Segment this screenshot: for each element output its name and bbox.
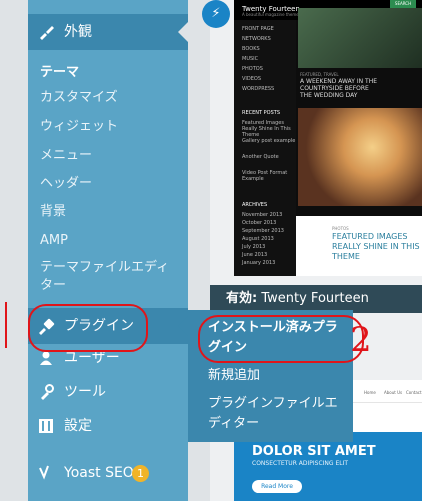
lightning-icon[interactable]: ⚡ [202, 0, 230, 28]
preview-recent-post: Another Quote [242, 154, 279, 160]
preview2-read-more: Read More [252, 480, 302, 493]
preview-archive: September 2013 [242, 228, 284, 234]
preview-recent-heading: RECENT POSTS [242, 110, 281, 116]
submenu-customize[interactable]: カスタマイズ [40, 89, 118, 107]
annotation-circle-plugins [28, 304, 148, 352]
yoast-icon [36, 463, 56, 483]
preview-archive: November 2013 [242, 212, 283, 218]
menu-tools-label: ツール [64, 384, 106, 400]
preview-archive: July 2013 [242, 244, 266, 250]
menu-settings[interactable]: 設定 [28, 408, 188, 444]
preview2-nav-item: Contact [406, 390, 422, 395]
preview-nav-item: WORDPRESS [242, 86, 275, 92]
preview-recent-post: Video Post Format Example [242, 170, 288, 182]
submenu-amp[interactable]: AMP [40, 232, 68, 250]
preview-nav-item: BOOKS [242, 46, 260, 52]
preview2-nav-item: Home [364, 390, 376, 395]
preview-feature1-title: A WEEKEND AWAY IN THE COUNTRYSIDE BEFORE… [300, 78, 377, 99]
preview-feature2-label: PHOTOS [332, 226, 349, 231]
menu-yoast[interactable]: Yoast SEO [28, 455, 188, 491]
active-theme-bar[interactable]: 有効: Twenty Fourteen [210, 285, 422, 313]
submenu-header[interactable]: ヘッダー [40, 175, 92, 193]
theme-screenshot-twenty-fourteen[interactable]: Twenty Fourteen A beautiful magazine the… [234, 0, 422, 276]
submenu-themes[interactable]: テーマ [40, 64, 79, 82]
preview-nav-item: PHOTOS [242, 66, 263, 72]
preview-post-card: PHOTOS FEATURED IMAGES REALLY SHINE IN T… [296, 216, 422, 276]
menu-tools[interactable]: ツール [28, 374, 188, 410]
preview-nav-item: NETWORKS [242, 36, 271, 42]
flyout-add-new[interactable]: 新規追加 [208, 366, 260, 386]
active-prefix: 有効: [226, 291, 258, 306]
paintbrush-icon [36, 22, 56, 42]
preview-nav-item: MUSIC [242, 56, 259, 62]
preview-search: SEARCH [390, 0, 416, 8]
admin-sidebar: 外観 テーマ カスタマイズ ウィジェット メニュー ヘッダー 背景 AMP テー… [28, 0, 188, 501]
current-arrow [178, 22, 188, 42]
menu-settings-label: 設定 [64, 418, 92, 434]
preview-archive: August 2013 [242, 236, 274, 242]
preview2-headline: DOLOR SIT AMET [252, 444, 376, 459]
submenu-theme-editor[interactable]: テーマファイルエディター [40, 259, 180, 295]
preview-tagline: A beautiful magazine theme [242, 12, 299, 17]
preview2-sub: CONSECTETUR ADIPISCING ELIT [252, 460, 349, 467]
submenu-background[interactable]: 背景 [40, 203, 66, 221]
preview-photo-sunset [298, 108, 422, 206]
wrench-icon [36, 382, 56, 402]
active-theme-name: Twenty Fourteen [261, 291, 369, 306]
settings-sliders-icon [36, 416, 56, 436]
preview-feature2-title: FEATURED IMAGES REALLY SHINE IN THIS THE… [332, 232, 420, 261]
menu-appearance[interactable]: 外観 [28, 14, 188, 50]
submenu-widgets[interactable]: ウィジェット [40, 118, 118, 136]
flyout-plugin-editor[interactable]: プラグインファイルエディター [208, 394, 348, 434]
preview-nav: FRONT PAGE NETWORKS BOOKS MUSIC PHOTOS V… [234, 20, 296, 276]
annotation-number-2: 2 [350, 320, 372, 360]
preview-archive: June 2013 [242, 252, 268, 258]
preview-nav-item: VIDEOS [242, 76, 262, 82]
annotation-circle-installed [198, 315, 364, 363]
preview-feature1-label: FEATURED, TRAVEL [300, 72, 339, 77]
submenu-menus[interactable]: メニュー [40, 147, 92, 165]
preview-recent-post: Gallery post example [242, 138, 296, 144]
preview-archive: October 2013 [242, 220, 277, 226]
menu-yoast-label: Yoast SEO [64, 465, 134, 481]
preview-photo-landscape [298, 8, 422, 68]
annotation-mark-1 [5, 302, 7, 348]
preview2-nav-item: About Us [384, 390, 403, 395]
menu-appearance-label: 外観 [64, 24, 92, 40]
preview-archives-heading: ARCHIVES [242, 202, 268, 208]
preview-archive: January 2013 [242, 260, 276, 266]
flyout-arrow [178, 316, 188, 336]
yoast-notification-badge: 1 [132, 465, 149, 482]
preview-nav-item: FRONT PAGE [242, 26, 274, 32]
preview-recent-post: Featured Images Really Shine In This The… [242, 120, 291, 138]
